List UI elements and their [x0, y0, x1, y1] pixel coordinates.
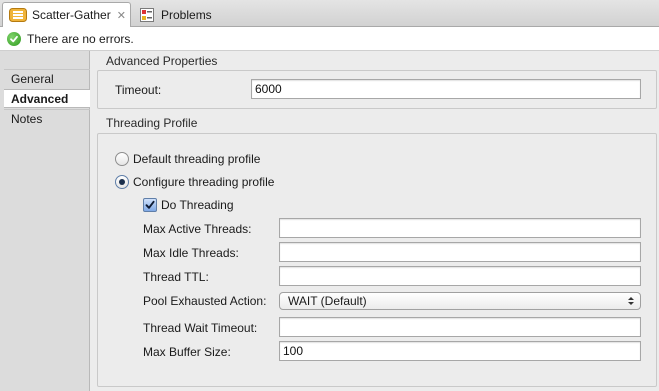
advanced-properties-group: Timeout:	[97, 70, 657, 109]
nav-item-label: Notes	[11, 112, 43, 126]
problems-icon	[138, 7, 156, 23]
property-tabs: General Advanced Notes	[0, 51, 91, 391]
threading-profile-title: Threading Profile	[106, 116, 198, 130]
thread-wait-timeout-field[interactable]	[279, 317, 641, 337]
tab-scatter-gather[interactable]: Scatter-Gather ✕	[2, 2, 131, 27]
default-profile-label: Default threading profile	[133, 152, 261, 166]
do-threading-checkbox[interactable]	[143, 198, 157, 212]
timeout-field[interactable]	[251, 79, 641, 99]
check-icon	[7, 31, 21, 46]
advanced-properties-title: Advanced Properties	[106, 54, 218, 68]
pool-exhausted-action-select[interactable]: WAIT (Default)	[279, 292, 641, 310]
nav-item-advanced[interactable]: Advanced	[4, 89, 91, 108]
status-message: There are no errors.	[27, 31, 134, 46]
validation-status: There are no errors.	[0, 27, 659, 51]
configure-profile-radio[interactable]	[115, 175, 129, 189]
max-active-threads-field[interactable]	[279, 218, 641, 238]
threading-profile-group: Default threading profile Configure thre…	[97, 133, 657, 387]
max-idle-threads-field[interactable]	[279, 242, 641, 262]
max-buffer-size-label: Max Buffer Size:	[143, 345, 231, 359]
tab-problems[interactable]: Problems	[134, 2, 244, 27]
max-active-threads-label: Max Active Threads:	[143, 222, 252, 236]
timeout-label: Timeout:	[115, 83, 162, 97]
close-icon[interactable]: ✕	[117, 9, 126, 22]
max-idle-threads-label: Max Idle Threads:	[143, 246, 239, 260]
thread-ttl-label: Thread TTL:	[143, 270, 209, 284]
editor-tab-bar: Scatter-Gather ✕ Problems	[0, 0, 659, 27]
select-arrows-icon	[628, 297, 634, 305]
pool-exhausted-action-value: WAIT (Default)	[288, 294, 367, 308]
tab-label: Scatter-Gather	[32, 8, 111, 22]
checkmark-icon	[145, 200, 155, 209]
advanced-panel: Advanced Properties Timeout: Threading P…	[90, 51, 659, 391]
do-threading-label: Do Threading	[161, 198, 234, 212]
thread-wait-timeout-label: Thread Wait Timeout:	[143, 321, 258, 335]
max-buffer-size-field[interactable]	[279, 341, 641, 361]
nav-item-label: General	[11, 72, 54, 86]
nav-item-general[interactable]: General	[4, 69, 90, 88]
thread-ttl-field[interactable]	[279, 266, 641, 286]
scatter-gather-icon	[9, 7, 27, 23]
default-profile-radio[interactable]	[115, 152, 129, 166]
nav-item-label: Advanced	[11, 91, 69, 106]
pool-exhausted-action-label: Pool Exhausted Action:	[143, 294, 267, 308]
nav-item-notes[interactable]: Notes	[4, 109, 90, 128]
tab-label: Problems	[161, 7, 212, 22]
configure-profile-label: Configure threading profile	[133, 175, 275, 189]
